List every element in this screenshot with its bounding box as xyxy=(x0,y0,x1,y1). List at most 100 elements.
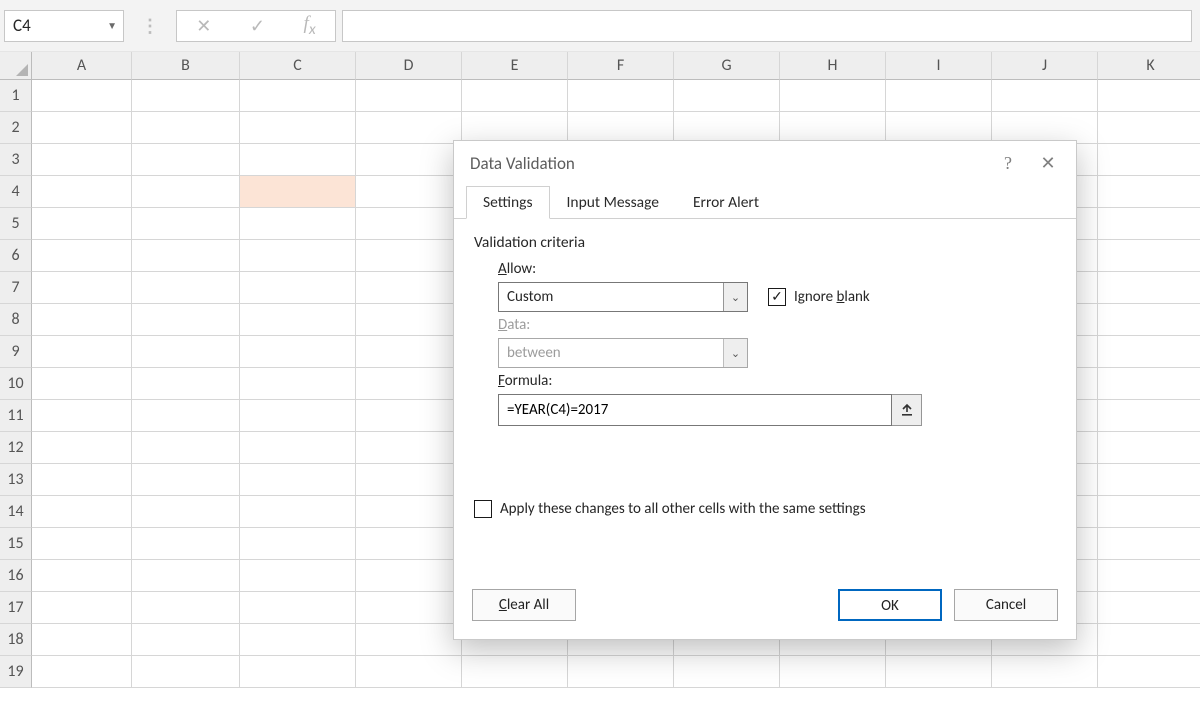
cell[interactable] xyxy=(992,656,1098,688)
row-header[interactable]: 18 xyxy=(0,624,32,656)
cell[interactable] xyxy=(32,80,132,112)
cell[interactable] xyxy=(356,208,462,240)
cell[interactable] xyxy=(32,112,132,144)
cell[interactable] xyxy=(1098,432,1200,464)
cell[interactable] xyxy=(132,432,240,464)
cell[interactable] xyxy=(132,80,240,112)
cell[interactable] xyxy=(568,656,674,688)
cell[interactable] xyxy=(356,432,462,464)
cell[interactable] xyxy=(1098,400,1200,432)
help-icon[interactable]: ? xyxy=(988,153,1028,174)
row-header[interactable]: 6 xyxy=(0,240,32,272)
cell[interactable] xyxy=(1098,208,1200,240)
cell[interactable] xyxy=(32,464,132,496)
tab-error-alert[interactable]: Error Alert xyxy=(676,186,776,219)
cell[interactable] xyxy=(32,528,132,560)
cell[interactable] xyxy=(32,496,132,528)
cell[interactable] xyxy=(356,496,462,528)
cell[interactable] xyxy=(132,528,240,560)
cell[interactable] xyxy=(1098,592,1200,624)
cell[interactable] xyxy=(568,80,674,112)
cell[interactable] xyxy=(132,464,240,496)
chevron-down-icon[interactable]: ▼ xyxy=(107,19,117,32)
cell[interactable] xyxy=(240,368,356,400)
cell[interactable] xyxy=(32,304,132,336)
ok-button[interactable]: OK xyxy=(838,589,942,621)
cell[interactable] xyxy=(356,272,462,304)
cell[interactable] xyxy=(240,656,356,688)
cell[interactable] xyxy=(886,656,992,688)
cell[interactable] xyxy=(132,624,240,656)
cell[interactable] xyxy=(132,176,240,208)
cell[interactable] xyxy=(240,400,356,432)
row-header[interactable]: 9 xyxy=(0,336,32,368)
cell[interactable] xyxy=(132,304,240,336)
cell[interactable] xyxy=(32,208,132,240)
row-header[interactable]: 5 xyxy=(0,208,32,240)
collapse-dialog-icon[interactable] xyxy=(892,394,922,426)
cell[interactable] xyxy=(132,656,240,688)
cell[interactable] xyxy=(992,80,1098,112)
column-header[interactable]: I xyxy=(886,52,992,80)
cell[interactable] xyxy=(886,80,992,112)
column-header[interactable]: H xyxy=(780,52,886,80)
cell[interactable] xyxy=(1098,528,1200,560)
row-header[interactable]: 7 xyxy=(0,272,32,304)
cell[interactable] xyxy=(356,624,462,656)
column-header[interactable]: B xyxy=(132,52,240,80)
select-all-corner[interactable] xyxy=(0,52,32,80)
row-header[interactable]: 12 xyxy=(0,432,32,464)
row-header[interactable]: 11 xyxy=(0,400,32,432)
row-header[interactable]: 13 xyxy=(0,464,32,496)
cell[interactable] xyxy=(356,240,462,272)
allow-select[interactable]: Custom ⌄ xyxy=(498,282,748,312)
cell[interactable] xyxy=(356,112,462,144)
apply-all-checkbox[interactable]: Apply these changes to all other cells w… xyxy=(474,500,866,518)
column-header[interactable]: D xyxy=(356,52,462,80)
cell[interactable] xyxy=(32,336,132,368)
cell[interactable] xyxy=(132,240,240,272)
cell[interactable] xyxy=(132,592,240,624)
cell[interactable] xyxy=(356,176,462,208)
cancel-entry-icon[interactable]: ✕ xyxy=(196,15,211,37)
cell[interactable] xyxy=(32,176,132,208)
cell[interactable] xyxy=(32,560,132,592)
formula-input-field[interactable] xyxy=(498,394,892,426)
cell[interactable] xyxy=(240,144,356,176)
column-header[interactable]: K xyxy=(1098,52,1200,80)
clear-all-button[interactable]: Clear All xyxy=(472,589,576,621)
cell[interactable] xyxy=(1098,464,1200,496)
cell[interactable] xyxy=(674,80,780,112)
cell[interactable] xyxy=(240,464,356,496)
cell[interactable] xyxy=(240,432,356,464)
cell[interactable] xyxy=(132,208,240,240)
cell[interactable] xyxy=(780,80,886,112)
chevron-down-icon[interactable]: ⌄ xyxy=(723,283,747,311)
cell[interactable] xyxy=(356,304,462,336)
cell[interactable] xyxy=(356,80,462,112)
cell[interactable] xyxy=(1098,336,1200,368)
cell[interactable] xyxy=(1098,560,1200,592)
cell[interactable] xyxy=(32,400,132,432)
row-header[interactable]: 2 xyxy=(0,112,32,144)
cell[interactable] xyxy=(240,592,356,624)
cell[interactable] xyxy=(674,656,780,688)
cell[interactable] xyxy=(780,656,886,688)
cell[interactable] xyxy=(32,368,132,400)
cell[interactable] xyxy=(132,112,240,144)
formula-input[interactable] xyxy=(342,10,1192,42)
cell[interactable] xyxy=(1098,496,1200,528)
cell[interactable] xyxy=(240,240,356,272)
row-header[interactable]: 4 xyxy=(0,176,32,208)
cell[interactable] xyxy=(240,272,356,304)
cell[interactable] xyxy=(132,272,240,304)
cell[interactable] xyxy=(1098,624,1200,656)
cell[interactable] xyxy=(1098,144,1200,176)
cell[interactable] xyxy=(32,624,132,656)
row-header[interactable]: 14 xyxy=(0,496,32,528)
cell[interactable] xyxy=(356,400,462,432)
cell[interactable] xyxy=(32,144,132,176)
cell[interactable] xyxy=(1098,80,1200,112)
confirm-entry-icon[interactable]: ✓ xyxy=(250,15,265,37)
cell[interactable] xyxy=(240,176,356,208)
